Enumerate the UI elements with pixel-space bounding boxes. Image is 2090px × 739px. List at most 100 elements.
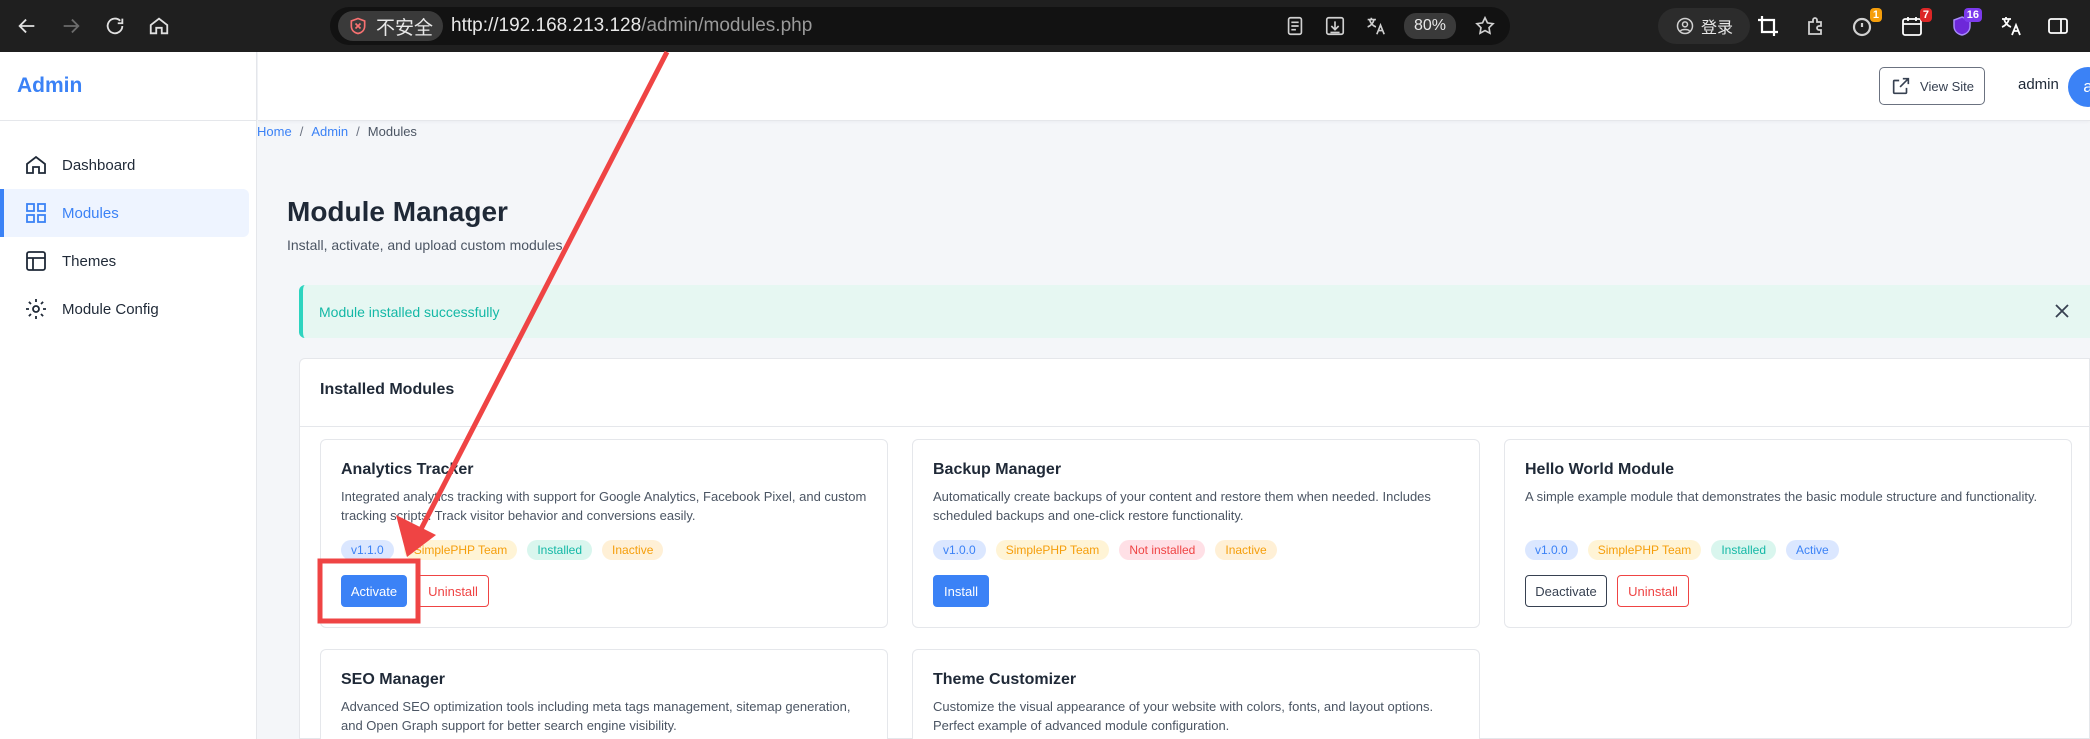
author-badge: SimplePHP Team (995, 540, 1110, 560)
brand-logo[interactable]: Admin (0, 52, 256, 121)
arrow-left-icon (18, 18, 35, 34)
login-button[interactable]: 登录 (1658, 8, 1750, 44)
sidebar-item-label: Themes (62, 252, 117, 270)
sidebar-item-modules[interactable]: Modules (0, 189, 249, 237)
module-name: Hello World Module (1525, 461, 1675, 478)
arrow-right-icon (63, 18, 80, 34)
module-card-backup-manager: Backup Manager Automatically create back… (912, 439, 1480, 628)
home-icon (149, 17, 169, 35)
sidebar-item-dashboard[interactable]: Dashboard (0, 141, 249, 189)
module-tags: v1.0.0 SimplePHP Team Not installed Inac… (933, 540, 1277, 560)
back-button[interactable] (12, 11, 42, 41)
url-path: /admin/modules.php (641, 15, 813, 36)
install-status-badge: Installed (1711, 540, 1777, 560)
extension-badge: 1 (1869, 8, 1882, 22)
page-subtitle: Install, activate, and upload custom mod… (287, 237, 563, 253)
alert-message: Module installed successfully (319, 303, 500, 320)
shield-extension[interactable]: 16 (1946, 8, 1982, 42)
sidebar-item-label: Module Config (62, 300, 159, 318)
breadcrumb-separator: / (299, 124, 304, 139)
module-tags: v1.1.0 SimplePHP Team Installed Inactive (341, 540, 664, 560)
home-icon (26, 155, 46, 174)
extension-badge: 7 (1919, 8, 1932, 22)
reload-icon (106, 17, 124, 35)
close-icon[interactable] (2050, 299, 2074, 323)
user-name[interactable]: admin (2018, 76, 2059, 93)
address-bar[interactable]: 不安全 http://192.168.213.128/admin/modules… (330, 7, 1510, 45)
module-name: SEO Manager (341, 671, 446, 688)
version-badge: v1.0.0 (933, 540, 986, 560)
view-site-label: View Site (1920, 78, 1974, 94)
module-actions: Deactivate Uninstall (1525, 575, 1689, 607)
browser-toolbar: 不安全 http://192.168.213.128/admin/modules… (0, 0, 2090, 52)
card-title: Installed Modules (320, 381, 455, 398)
module-description: Automatically create backups of your con… (933, 489, 1431, 523)
active-status-badge: Inactive (1215, 540, 1277, 560)
installed-modules-card: Installed Modules Analytics Tracker Inte… (299, 358, 2090, 739)
sidebar-item-themes[interactable]: Themes (0, 237, 249, 285)
module-description: Advanced SEO optimization tools includin… (341, 699, 851, 733)
translate-extension[interactable] (1994, 10, 2026, 42)
url-text: http://192.168.213.128/admin/modules.php (451, 15, 812, 37)
module-name: Analytics Tracker (341, 461, 474, 478)
crop-icon (1758, 16, 1778, 36)
view-site-button[interactable]: View Site (1879, 67, 1985, 105)
success-alert: Module installed successfully (299, 285, 2090, 338)
author-badge: SimplePHP Team (403, 540, 518, 560)
puzzle-extension[interactable] (1800, 10, 1832, 42)
gear-icon (26, 299, 46, 319)
reload-button[interactable] (100, 11, 130, 41)
module-description: Integrated analytics tracking with suppo… (341, 489, 867, 523)
sidebar-panel-icon (2048, 18, 2068, 34)
version-badge: v1.0.0 (1525, 540, 1578, 560)
reader-mode-icon[interactable] (1284, 15, 1306, 37)
module-card-seo-manager: SEO Manager Advanced SEO optimization to… (320, 649, 888, 739)
uninstall-button[interactable]: Uninstall (417, 575, 489, 607)
translate-icon[interactable] (1364, 15, 1386, 37)
version-badge: v1.1.0 (341, 540, 394, 560)
sidebar-item-label: Modules (62, 204, 119, 222)
avatar[interactable]: a (2068, 67, 2090, 107)
user-circle-icon (1676, 17, 1694, 35)
download-icon[interactable] (1324, 15, 1346, 37)
extension-badge: 16 (1963, 8, 1982, 22)
sidebar-item-module-config[interactable]: Module Config (0, 285, 249, 333)
security-indicator[interactable]: 不安全 (338, 11, 444, 41)
module-tags: v1.0.0 SimplePHP Team Installed Active (1525, 540, 1839, 560)
crop-extension[interactable] (1752, 10, 1784, 42)
shield-warning-icon (350, 17, 366, 35)
module-card-theme-customizer: Theme Customizer Customize the visual ap… (912, 649, 1480, 739)
module-actions: Activate Uninstall (341, 575, 489, 607)
translate-icon (2001, 17, 2021, 36)
card-divider (300, 426, 2089, 427)
url-host: http://192.168.213.128 (451, 15, 642, 36)
module-card-hello-world: Hello World Module A simple example modu… (1504, 439, 2072, 628)
home-button[interactable] (144, 11, 174, 41)
login-label: 登录 (1700, 20, 1733, 37)
module-name: Backup Manager (933, 461, 1062, 478)
module-description: A simple example module that demonstrate… (1525, 489, 2038, 504)
activate-button[interactable]: Activate (341, 575, 407, 607)
install-button[interactable]: Install (933, 575, 989, 607)
zoom-level[interactable]: 80% (1403, 13, 1456, 39)
star-icon[interactable] (1474, 15, 1496, 37)
breadcrumb-current: Modules (367, 124, 417, 139)
external-link-icon (1892, 77, 1910, 95)
breadcrumb-admin[interactable]: Admin (311, 124, 348, 139)
sidebar-toggle[interactable] (2042, 10, 2074, 42)
breadcrumb-home[interactable]: Home (257, 124, 292, 139)
forward-button[interactable] (56, 11, 86, 41)
author-badge: SimplePHP Team (1587, 540, 1702, 560)
module-actions: Install (933, 575, 989, 607)
active-status-badge: Active (1786, 540, 1839, 560)
timer-extension[interactable]: 1 (1846, 8, 1882, 42)
module-description: Customize the visual appearance of your … (933, 699, 1434, 733)
active-status-badge: Inactive (602, 540, 664, 560)
sidebar: Admin Dashboard Modules Themes Module Co… (0, 52, 257, 739)
deactivate-button[interactable]: Deactivate (1525, 575, 1607, 607)
calendar-extension[interactable]: 7 (1896, 8, 1932, 42)
uninstall-button[interactable]: Uninstall (1617, 575, 1689, 607)
layout-icon (26, 251, 46, 271)
module-card-analytics-tracker: Analytics Tracker Integrated analytics t… (320, 439, 888, 628)
breadcrumb: Home / Admin / Modules (257, 124, 417, 139)
